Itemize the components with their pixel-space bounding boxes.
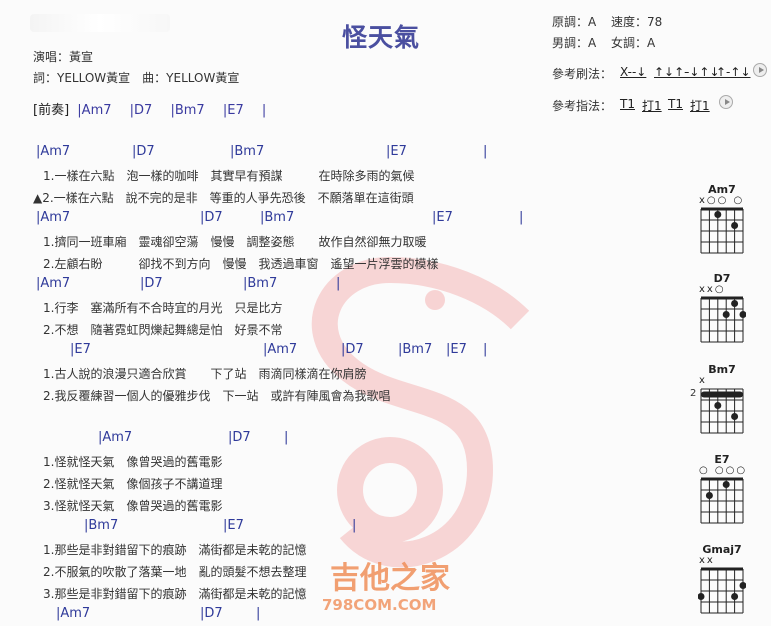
lyric-line: 3.那些是非對錯留下的痕跡 滿街都是未乾的記憶 bbox=[43, 587, 307, 601]
chord-mark: |Am7 bbox=[36, 210, 71, 225]
fretboard bbox=[698, 567, 746, 614]
chord-mark: |E7 bbox=[432, 210, 453, 225]
finger-dot bbox=[731, 300, 739, 307]
open-muted-markers: x bbox=[699, 375, 707, 386]
chord-mark: | bbox=[284, 430, 289, 445]
finger-dot bbox=[739, 582, 746, 589]
chord-mark: | bbox=[256, 606, 261, 621]
finger-dot bbox=[722, 311, 730, 318]
chord-mark: |Am7 bbox=[263, 342, 298, 357]
chord-mark: |Bm7 bbox=[398, 342, 433, 357]
chord-mark: |Bm7 bbox=[260, 210, 295, 225]
fretboard bbox=[700, 296, 746, 343]
lyric-line: 1.那些是非對錯留下的痕跡 滿街都是未乾的記憶 bbox=[43, 543, 307, 557]
tempo: 速度：78 bbox=[611, 15, 663, 29]
open-muted-markers: x○○ ○ bbox=[699, 195, 745, 206]
finger-play-icon[interactable] bbox=[719, 95, 733, 109]
finger-dot bbox=[714, 402, 722, 409]
open-muted-markers: xx bbox=[699, 555, 715, 566]
chord-mark: |Bm7 bbox=[243, 276, 278, 291]
intro-tag: [前奏] bbox=[33, 103, 70, 118]
finger-dot bbox=[714, 211, 722, 218]
intro-chord: |D7 bbox=[129, 103, 153, 118]
chord-mark: |D7 bbox=[341, 342, 364, 357]
song-title: 怪天氣 bbox=[342, 23, 421, 52]
strum-pattern-2: ↑↓↑- bbox=[654, 65, 689, 79]
finger-dot bbox=[731, 413, 739, 420]
intro-chord: |Am7 bbox=[77, 103, 112, 118]
intro-line: [前奏] |Am7 |D7 |Bm7 |E7 | bbox=[33, 99, 266, 118]
lyric-line: 3.怪就怪天氣 像曾哭過的舊電影 bbox=[43, 499, 223, 513]
credits: 詞：YELLOW黃宣 曲：YELLOW黃宣 bbox=[33, 71, 240, 85]
barre bbox=[701, 391, 743, 398]
chord-mark: | bbox=[483, 144, 488, 159]
watermark-url: 798COM.COM bbox=[322, 596, 437, 614]
finger-dot bbox=[722, 481, 730, 488]
finger-pattern-4: 打1 bbox=[690, 99, 710, 113]
lyric-line: 2.我反覆練習一個人的優雅步伐 下一站 或許有陣風會為我歌唱 bbox=[43, 389, 391, 403]
chord-mark: | bbox=[483, 342, 488, 357]
chord-mark: |Am7 bbox=[36, 276, 71, 291]
lyric-line: ▲2.一樣在六點 說不完的是非 等重的人爭先恐後 不願落單在這街頭 bbox=[33, 191, 414, 205]
lyric-line: 2.左顧右盼 卻找不到方向 慢慢 我透過車窗 遙望一片浮雲的模樣 bbox=[43, 257, 439, 271]
chord-mark: |Am7 bbox=[98, 430, 133, 445]
chord-mark: |D7 bbox=[200, 606, 223, 621]
lyric-line: 2.不服氣的吹散了落葉一地 亂的頭髮不想去整理 bbox=[43, 565, 307, 579]
fretboard bbox=[700, 388, 744, 434]
strum-pattern-3: -↓↑↓ bbox=[685, 65, 720, 79]
lyric-line: 1.擠同一班車廂 靈魂卻空蕩 慢慢 調整姿態 故作自然卻無力取暖 bbox=[43, 235, 427, 249]
lyric-line: 1.一樣在六點 泡一樣的咖啡 其實早有預謀 在時除多雨的氣候 bbox=[43, 169, 415, 183]
finger-dot bbox=[705, 492, 713, 499]
intro-chord: |Bm7 bbox=[170, 103, 205, 118]
finger-label: 參考指法： bbox=[552, 99, 613, 113]
chord-mark: |E7 bbox=[446, 342, 467, 357]
chord-mark: |Bm7 bbox=[84, 518, 119, 533]
chord-mark: | bbox=[336, 276, 341, 291]
finger-pattern-2: 打1 bbox=[642, 99, 662, 113]
male-key: 男調：A bbox=[552, 36, 597, 50]
strum-pattern-4: ↑-↑↓ bbox=[716, 65, 751, 79]
strum-label: 參考刷法： bbox=[552, 67, 613, 81]
chord-mark: |E7 bbox=[70, 342, 91, 357]
chord-mark: |D7 bbox=[140, 276, 163, 291]
open-muted-markers: xx○ bbox=[699, 284, 726, 295]
lyric-line: 2.怪就怪天氣 像個孩子不講道理 bbox=[43, 477, 223, 491]
fretboard bbox=[700, 477, 744, 524]
chord-mark: | bbox=[352, 518, 357, 533]
strum-pattern-1: X--↓ bbox=[620, 65, 647, 79]
finger-pattern-3: T1 bbox=[668, 97, 683, 111]
fretboard bbox=[700, 207, 744, 254]
finger-dot bbox=[698, 593, 705, 600]
chord-mark: |D7 bbox=[228, 430, 251, 445]
chord-mark: |Am7 bbox=[56, 606, 91, 621]
lyric-line: 2.不想 隨著霓虹閃爍起舞總是怕 好景不常 bbox=[43, 323, 283, 337]
blurred-header bbox=[30, 14, 170, 32]
watermark-text: 吉他之家 bbox=[330, 561, 450, 596]
chord-mark: |Am7 bbox=[36, 144, 71, 159]
chord-mark: |D7 bbox=[200, 210, 223, 225]
chord-mark: |E7 bbox=[386, 144, 407, 159]
female-key: 女調：A bbox=[611, 36, 656, 50]
fret-number: 2 bbox=[690, 388, 697, 399]
finger-pattern-1: T1 bbox=[620, 97, 635, 111]
finger-dot bbox=[731, 593, 739, 600]
chord-mark: |D7 bbox=[132, 144, 155, 159]
finger-dot bbox=[739, 311, 746, 318]
original-key: 原調：A bbox=[552, 15, 597, 29]
lyric-line: 1.怪就怪天氣 像曾哭過的舊電影 bbox=[43, 455, 223, 469]
singer: 演唱：黃宣 bbox=[33, 50, 94, 64]
open-muted-markers: ○ ○○○ bbox=[699, 465, 748, 476]
chord-mark: | bbox=[519, 210, 524, 225]
strum-play-icon[interactable] bbox=[753, 63, 767, 77]
lyric-line: 1.行李 塞滿所有不合時宜的月光 只是比方 bbox=[43, 301, 283, 315]
intro-chord: | bbox=[261, 103, 267, 118]
chord-mark: |E7 bbox=[223, 518, 244, 533]
intro-chord: |E7 bbox=[222, 103, 244, 118]
chord-mark: |Bm7 bbox=[230, 144, 265, 159]
finger-dot bbox=[731, 222, 739, 229]
lyric-line: 1.古人說的浪漫只適合欣賞 下了站 雨滴同樣滴在你肩膀 bbox=[43, 367, 367, 381]
